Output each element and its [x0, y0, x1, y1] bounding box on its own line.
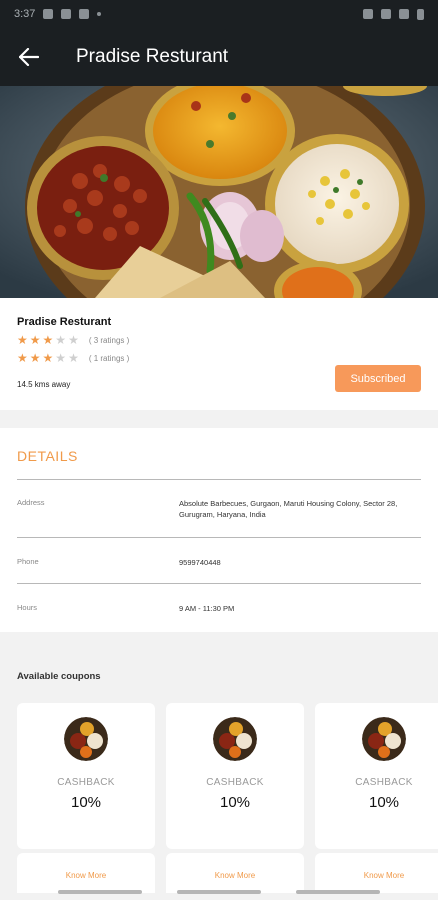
phone-value[interactable]: 9599740448 — [179, 557, 421, 583]
battery-icon — [417, 8, 424, 20]
details-heading: DETAILS — [17, 428, 421, 480]
restaurant-cover-image — [0, 86, 438, 298]
star-empty-icon: ★ — [68, 333, 79, 347]
status-bar: 3:37 — [0, 0, 438, 28]
rating-count: ( 1 ratings ) — [88, 353, 130, 363]
detail-label: Phone — [17, 557, 39, 566]
coupon-value: 10% — [368, 794, 400, 811]
app-bar: Pradise Resturant — [0, 28, 438, 86]
rating-row: ★ ★ ★ ★ ★ ( 3 ratings ) — [17, 334, 421, 346]
coupon-type: CASHBACK — [206, 777, 264, 788]
scroll-indicator — [296, 890, 381, 894]
details-section: DETAILS Address Absolute Barbecues, Gurg… — [0, 428, 438, 632]
message-notification-icon — [61, 9, 72, 19]
detail-row-address: Address Absolute Barbecues, Gurgaon, Mar… — [17, 480, 421, 538]
coupon-food-image — [362, 717, 406, 761]
coupon-value: 10% — [70, 794, 102, 811]
page-title: Pradise Resturant — [76, 46, 229, 67]
coupon-type: CASHBACK — [57, 777, 115, 788]
star-empty-icon: ★ — [68, 351, 79, 365]
coupon-food-image — [64, 717, 108, 761]
alarm-icon — [363, 9, 373, 19]
star-filled-icon: ★ — [29, 333, 41, 347]
detail-row-hours: Hours 9 AM - 11:30 PM — [17, 584, 421, 632]
restaurant-info-card: Pradise Resturant ★ ★ ★ ★ ★ ( 3 ratings … — [0, 298, 438, 410]
subscribed-button[interactable]: Subscribed — [335, 365, 421, 392]
restaurant-name: Pradise Resturant — [17, 316, 112, 328]
horizontal-scroll-indicator — [0, 884, 438, 900]
coupon-food-image — [213, 717, 257, 761]
coupon-type: CASHBACK — [355, 777, 413, 788]
star-filled-icon: ★ — [17, 351, 28, 365]
coupons-heading: Available coupons — [17, 671, 101, 682]
detail-label: Hours — [17, 603, 38, 612]
coupon-card[interactable]: CASHBACK 10% — [315, 703, 438, 849]
signal-icon — [381, 9, 391, 19]
gallery-notification-icon — [43, 9, 54, 19]
star-filled-icon: ★ — [42, 351, 54, 365]
coupon-card[interactable]: CASHBACK 10% — [17, 703, 155, 849]
hours-value: 9 AM - 11:30 PM — [179, 604, 235, 613]
star-filled-icon: ★ — [17, 333, 28, 347]
rating-row: ★ ★ ★ ★ ★ ( 1 ratings ) — [17, 352, 421, 364]
restaurant-detail-screen: 3:37 Pradise Resturant Pradise Resturant… — [0, 0, 438, 900]
back-arrow-icon — [19, 48, 39, 66]
star-empty-icon: ★ — [55, 351, 67, 365]
back-button[interactable] — [0, 28, 58, 86]
app-notification-icon — [79, 9, 90, 19]
rating-count: ( 3 ratings ) — [88, 335, 130, 345]
star-filled-icon: ★ — [29, 351, 41, 365]
wifi-icon — [399, 9, 409, 19]
star-empty-icon: ★ — [55, 333, 67, 347]
status-time: 3:37 — [14, 8, 36, 20]
star-rating: ★ ★ ★ ★ ★ — [17, 352, 79, 364]
scroll-indicator — [176, 890, 261, 894]
more-notifications-icon — [97, 12, 102, 16]
address-value: Absolute Barbecues, Gurgaon, Maruti Hous… — [179, 499, 398, 519]
star-rating: ★ ★ ★ ★ ★ — [17, 334, 79, 346]
star-filled-icon: ★ — [42, 333, 54, 347]
coupon-card[interactable]: CASHBACK 10% — [166, 703, 304, 849]
detail-label: Address — [17, 498, 45, 507]
scroll-indicator — [57, 890, 142, 894]
detail-row-phone: Phone 9599740448 — [17, 538, 421, 584]
coupon-value: 10% — [219, 794, 251, 811]
